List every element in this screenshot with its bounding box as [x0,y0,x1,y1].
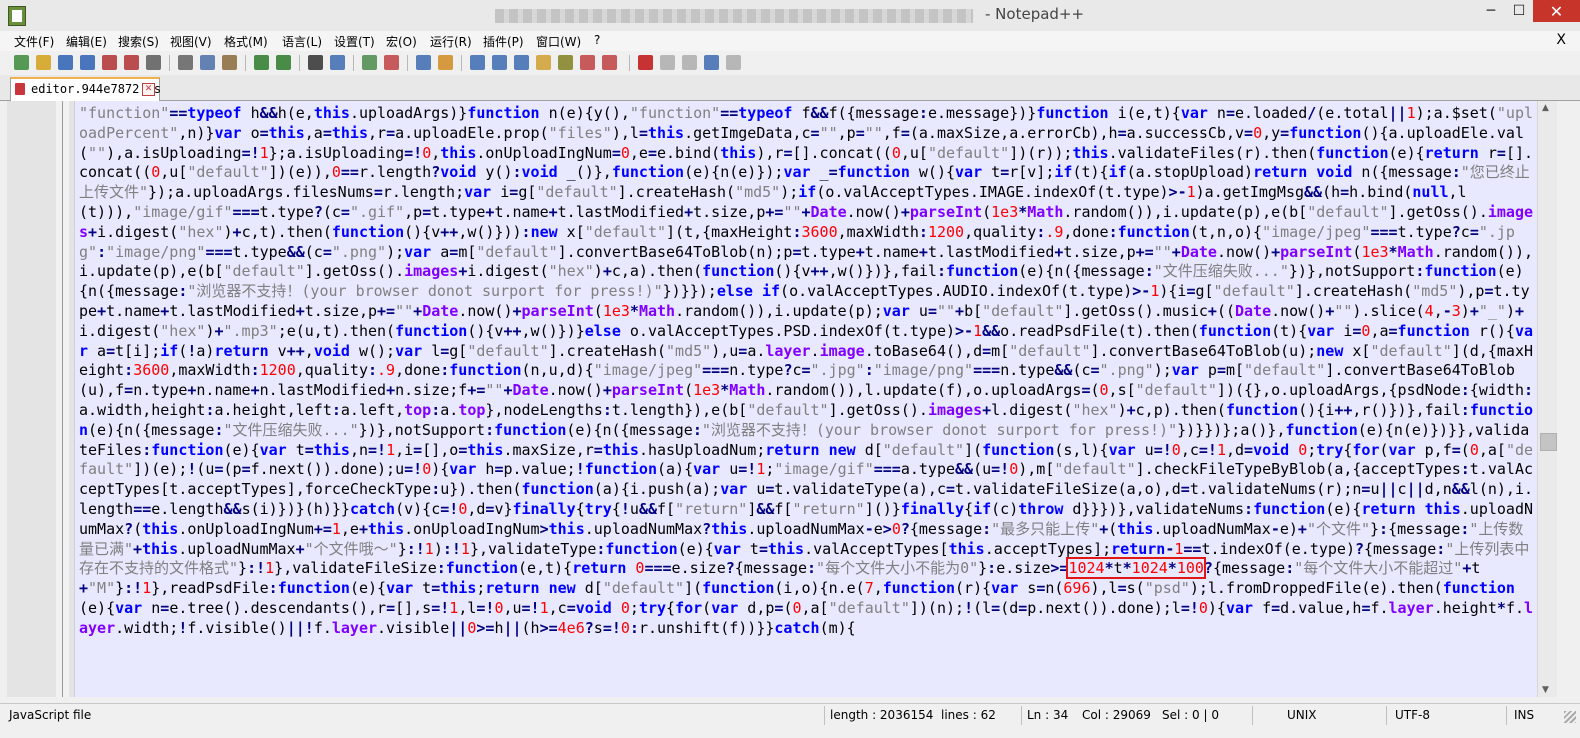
save-icon[interactable] [58,55,73,70]
doc-map-icon[interactable] [558,55,573,70]
menu-settings[interactable]: 设置(T) [334,33,375,50]
function-list-icon[interactable] [580,55,595,70]
status-eol[interactable]: UNIX [1287,708,1317,722]
save-all-icon[interactable] [80,55,95,70]
window-bottom-border [0,728,1580,738]
run-macro-multiple-icon[interactable] [704,55,719,70]
close-all-icon[interactable] [124,55,139,70]
fold-marker-line [62,101,63,697]
menu-run[interactable]: 运行(R) [430,33,472,50]
save-macro-icon[interactable] [726,55,741,70]
scroll-up-icon[interactable]: ▲ [1542,103,1549,113]
replace-icon[interactable] [330,55,345,70]
status-bar: JavaScript file length : 2036154 lines :… [0,703,1580,728]
toolbar-separator [461,55,462,71]
undo-icon[interactable] [254,55,269,70]
sync-vertical-icon[interactable] [416,55,431,70]
window-controls: ─ ☐ ✕ [1477,0,1580,22]
menu-format[interactable]: 格式(M) [224,33,268,50]
window-title: - Notepad++ [985,5,1085,23]
menu-file[interactable]: 文件(F) [14,33,54,50]
status-divider [1021,706,1022,725]
status-insert-mode[interactable]: INS [1514,708,1534,722]
status-length: length : 2036154 [830,708,934,722]
playback-macro-icon[interactable] [682,55,697,70]
toolbar-separator [245,55,246,71]
record-macro-icon[interactable] [638,55,653,70]
minimize-button[interactable]: ─ [1477,0,1505,22]
menu-window[interactable]: 窗口(W) [536,33,581,50]
status-divider [824,706,825,725]
close-icon[interactable] [102,55,117,70]
menu-bar: 文件(F) 编辑(E) 搜索(S) 视图(V) 格式(M) 语言(L) 设置(T… [0,31,1580,51]
code-text[interactable]: "function"==typeof h&&h(e,this.uploadArg… [79,104,1535,639]
status-sel: Sel : 0 | 0 [1162,708,1219,722]
toolbar-separator [299,55,300,71]
new-file-icon[interactable] [14,55,29,70]
status-col: Col : 29069 [1082,708,1151,722]
toolbar-separator [169,55,170,71]
redo-icon[interactable] [276,55,291,70]
user-language-icon[interactable] [536,55,551,70]
scroll-down-icon[interactable]: ▼ [1542,685,1549,695]
stop-record-icon[interactable] [660,55,675,70]
menu-help[interactable]: ? [594,33,600,47]
tab-close-icon[interactable]: ✕ [142,83,155,96]
blurred-file-path [495,9,973,23]
tab-bar: editor.944e7872.js ✕ [0,75,1580,101]
menu-view[interactable]: 视图(V) [170,33,212,50]
zoom-out-icon[interactable] [384,55,399,70]
show-all-chars-icon[interactable] [492,55,507,70]
toolbar-separator [407,55,408,71]
highlighted-size-expression: 1024*t*1024*100 [1066,557,1206,580]
status-divider [1386,706,1387,725]
close-button[interactable]: ✕ [1533,0,1580,22]
resize-grip-icon[interactable] [1564,711,1576,723]
copy-icon[interactable] [200,55,215,70]
status-ln: Ln : 34 [1027,708,1069,722]
sync-horizontal-icon[interactable] [438,55,453,70]
menu-search[interactable]: 搜索(S) [118,33,159,50]
menu-edit[interactable]: 编辑(E) [66,33,107,50]
word-wrap-icon[interactable] [470,55,485,70]
status-encoding: UTF-8 [1395,708,1430,722]
status-lines: lines : 62 [941,708,996,722]
print-icon[interactable] [146,55,161,70]
indent-guide-icon[interactable] [514,55,529,70]
maximize-button[interactable]: ☐ [1505,0,1533,22]
open-file-icon[interactable] [36,55,51,70]
menu-language[interactable]: 语言(L) [282,33,322,50]
paste-icon[interactable] [222,55,237,70]
status-divider [1252,706,1253,725]
status-file-type: JavaScript file [9,708,92,722]
notepad-app-icon[interactable] [8,6,26,26]
tab-editor-file[interactable]: editor.944e7872.js ✕ [10,77,161,101]
toolbar [0,51,1580,75]
close-document-button[interactable]: X [1556,32,1566,48]
scrollbar-thumb[interactable] [1540,433,1557,451]
status-divider [1506,706,1507,725]
zoom-in-icon[interactable] [362,55,377,70]
editor-area[interactable]: "function"==typeof h&&h(e,this.uploadArg… [75,101,1537,697]
folder-workspace-icon[interactable] [602,55,617,70]
toolbar-separator [353,55,354,71]
menu-plugins[interactable]: 插件(P) [483,33,524,50]
cut-icon[interactable] [178,55,193,70]
find-icon[interactable] [308,55,323,70]
vertical-scrollbar[interactable]: ▲ ▼ [1537,101,1557,697]
title-bar: - Notepad++ ─ ☐ ✕ [0,0,1580,32]
file-modified-icon [15,83,25,95]
menu-macro[interactable]: 宏(O) [386,33,417,50]
toolbar-separator [629,55,630,71]
